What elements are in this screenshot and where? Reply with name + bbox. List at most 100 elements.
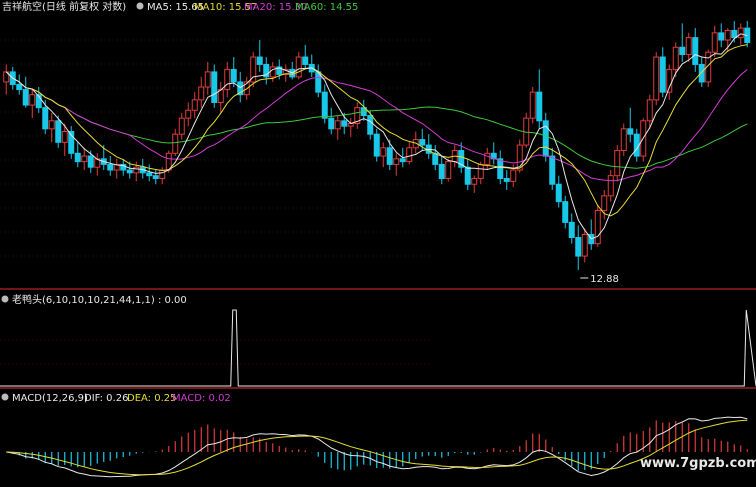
indicator-dot-icon[interactable] xyxy=(1,295,9,303)
candle-body xyxy=(562,201,569,223)
candle-body xyxy=(555,183,562,203)
laoyatou-panel xyxy=(0,309,756,387)
candle-body xyxy=(87,155,94,168)
dea-label: DEA: 0.25 xyxy=(127,393,177,404)
candle-body xyxy=(685,37,692,56)
candle-body xyxy=(133,166,140,174)
candle-body xyxy=(536,91,543,122)
candle-body xyxy=(464,166,471,185)
candle-body xyxy=(737,27,744,39)
candle-body xyxy=(152,175,159,180)
candle-body xyxy=(399,158,406,163)
candle-body xyxy=(256,56,263,65)
candle-body xyxy=(568,221,575,239)
candle-body xyxy=(607,175,614,197)
macd-dot-icon[interactable] xyxy=(1,393,9,401)
candle-body xyxy=(672,46,679,70)
candle-body xyxy=(198,86,205,101)
candle-body xyxy=(211,71,218,103)
candle-body xyxy=(302,56,309,65)
candle-body xyxy=(22,89,29,106)
candle-body xyxy=(224,68,231,91)
macd-value-label: MACD: 0.02 xyxy=(172,393,231,404)
candle-body xyxy=(74,152,81,163)
candle-body xyxy=(230,68,237,83)
watermark: www.7gpzb.com xyxy=(640,456,756,471)
candle-body xyxy=(107,163,114,171)
candle-body xyxy=(295,56,302,78)
settings-dot-icon[interactable] xyxy=(136,2,144,10)
candle-body xyxy=(42,107,49,130)
candle-body xyxy=(477,163,484,180)
candle-body xyxy=(438,163,445,180)
candle-body xyxy=(731,29,738,39)
low-annotation: 12.88 xyxy=(580,274,619,285)
candle-body xyxy=(679,46,686,56)
candle-body xyxy=(367,115,374,135)
candle-body xyxy=(159,169,166,180)
candle-body xyxy=(581,233,588,257)
candle-body xyxy=(503,178,510,182)
stock-chart: 12.88 吉祥航空(日线 前复权 对数) MA5: 15.65 MA10: 1… xyxy=(0,0,756,478)
candle-body xyxy=(55,120,62,143)
candle-body xyxy=(386,147,393,165)
candle-body xyxy=(204,71,211,88)
indicator-header: 老鸭头(6,10,10,10,21,44,1,1) : 0.00 xyxy=(1,293,187,306)
candle-body xyxy=(653,56,660,101)
candle-body xyxy=(328,117,335,130)
candle-body xyxy=(614,150,621,177)
dif-label: DIF: 0.26 xyxy=(84,393,128,404)
candle-body xyxy=(601,195,608,211)
candle-body xyxy=(432,152,439,165)
indicator-label: 老鸭头(6,10,10,10,21,44,1,1) : 0.00 xyxy=(12,293,187,306)
candle-body xyxy=(724,29,731,41)
candle-body xyxy=(29,94,36,106)
laoyatou-line xyxy=(0,309,756,387)
candle-body xyxy=(178,117,185,135)
candle-body xyxy=(61,131,68,143)
candle-body xyxy=(126,169,133,174)
candle-body xyxy=(406,147,413,163)
candle-body xyxy=(575,237,582,257)
candle-body xyxy=(620,128,627,152)
candle-body xyxy=(380,147,387,157)
candle-body xyxy=(692,37,699,65)
macd-panel xyxy=(6,416,748,478)
candle-body xyxy=(529,91,536,119)
price-header: 吉祥航空(日线 前复权 对数) MA5: 15.65 MA10: 15.57 M… xyxy=(2,0,358,13)
candle-body xyxy=(497,158,504,180)
candle-body xyxy=(172,133,179,154)
candle-body xyxy=(718,32,725,41)
candle-body xyxy=(269,66,276,78)
candle-body xyxy=(16,83,23,91)
candle-body xyxy=(393,158,400,165)
candle-body xyxy=(646,99,653,122)
candle-body xyxy=(659,56,666,93)
candle-body xyxy=(698,63,705,83)
macd-name: MACD(12,26,9) xyxy=(12,393,88,404)
candle-body xyxy=(510,169,517,182)
ma60-label: MA60: 14.55 xyxy=(295,2,358,13)
candlestick-series xyxy=(3,21,751,270)
grid-lines xyxy=(0,39,756,389)
candle-body xyxy=(419,139,426,146)
macd-header: MACD(12,26,9) DIF: 0.26 DEA: 0.25 MACD: … xyxy=(1,393,231,404)
candle-body xyxy=(48,120,55,130)
price-panel: 12.88 xyxy=(3,21,751,285)
candle-body xyxy=(711,32,718,53)
low-label: 12.88 xyxy=(590,274,619,285)
candle-body xyxy=(594,209,601,245)
candle-body xyxy=(341,120,348,127)
stock-title: 吉祥航空(日线 前复权 对数) xyxy=(2,0,126,13)
candle-body xyxy=(471,178,478,185)
candle-body xyxy=(627,128,634,135)
candle-body xyxy=(81,155,88,163)
candle-body xyxy=(373,133,380,157)
candle-body xyxy=(191,99,198,111)
candle-body xyxy=(185,109,192,119)
candle-body xyxy=(321,91,328,119)
candle-body xyxy=(445,161,452,180)
candle-body xyxy=(146,172,153,177)
candle-body xyxy=(484,152,491,165)
candle-body xyxy=(334,120,341,130)
